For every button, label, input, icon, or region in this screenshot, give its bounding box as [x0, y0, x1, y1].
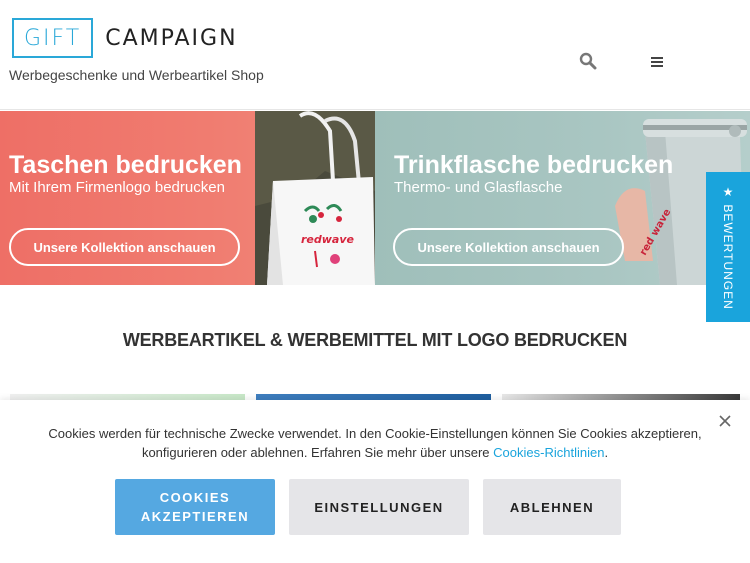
hero-subtitle-bags: Mit Ihrem Firmenlogo bedrucken [9, 179, 225, 196]
search-icon[interactable] [579, 52, 597, 70]
site-header: GIFT CAMPAIGN Werbegeschenke und Werbear… [0, 0, 750, 110]
hero-title-bags: Taschen bedrucken [9, 151, 242, 179]
cookie-message: Cookies werden für technische Zwecke ver… [40, 424, 710, 462]
cookie-message-suffix: . [604, 445, 609, 460]
redwave-brand-text: redwave [301, 233, 355, 246]
reject-cookies-button[interactable]: ABLEHNEN [483, 479, 621, 535]
cookie-policy-link[interactable]: Cookies-Richtlinien [493, 445, 604, 460]
accept-cookies-button[interactable]: COOKIES AKZEPTIEREN [115, 479, 275, 535]
reviews-tab-label: ★ BEWERTUNGEN [721, 184, 735, 310]
close-icon[interactable] [716, 412, 734, 430]
hero-banner-bottles[interactable]: red wave Trinkflasche bedrucken Thermo- … [375, 111, 750, 285]
hero-subtitle-bottles: Thermo- und Glasflasche [394, 179, 563, 196]
section-title: WERBEARTIKEL & WERBEMITTEL MIT LOGO BEDR… [122, 330, 628, 350]
logo-campaign: CAMPAIGN [105, 25, 238, 51]
logo-gift: GIFT [12, 18, 94, 58]
cookie-banner: Cookies werden für technische Zwecke ver… [0, 400, 750, 563]
hero-banner-bags[interactable]: redwave Taschen bedrucken Mit Ihrem Firm… [0, 111, 375, 285]
reviews-side-tab[interactable]: ★ BEWERTUNGEN [706, 172, 750, 322]
accept-cookies-line1: COOKIES [159, 490, 231, 505]
accept-cookies-line2: AKZEPTIEREN [140, 509, 250, 524]
hamburger-menu-icon[interactable] [651, 56, 663, 68]
site-logo[interactable]: GIFT CAMPAIGN [12, 18, 238, 58]
site-tagline: Werbegeschenke und Werbeartikel Shop [9, 67, 264, 83]
hero-title-bottles: Trinkflasche bedrucken [394, 151, 674, 179]
tote-bag-image: redwave [255, 111, 375, 285]
hero-button-bottles-collection[interactable]: Unsere Kollektion anschauen [393, 228, 624, 266]
hero-button-bags-collection[interactable]: Unsere Kollektion anschauen [9, 228, 240, 266]
cookie-settings-button[interactable]: EINSTELLUNGEN [289, 479, 469, 535]
